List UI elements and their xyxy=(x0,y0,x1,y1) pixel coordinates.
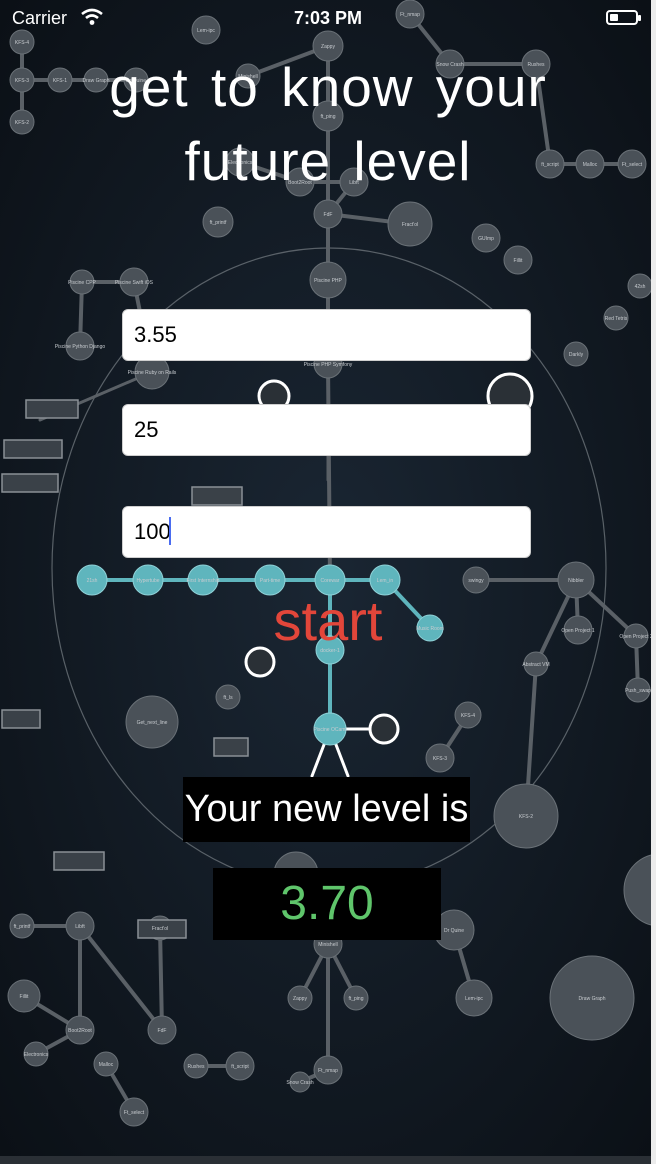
status-bar: Carrier 7:03 PM xyxy=(0,0,656,36)
clock: 7:03 PM xyxy=(293,8,363,28)
skill-tree-node-label: Ft_nmap xyxy=(318,1068,338,1074)
skill-tree-node-label: Darkly xyxy=(569,352,584,358)
skill-tree-node-label: Piscine CPP xyxy=(68,280,96,286)
skill-tree-node-label: ft_ping xyxy=(348,996,363,1002)
skill-tree-node-label: Part-time xyxy=(260,578,281,584)
skill-tree-node-label: Fillit xyxy=(514,258,523,264)
skill-tree-node-label: KFS-4 xyxy=(461,713,475,719)
skill-tree-node-label: 21sh xyxy=(87,578,98,584)
skill-tree-node-label: Piscine Python Django xyxy=(55,344,106,350)
start-button[interactable]: start xyxy=(0,588,656,654)
skill-tree-node-label: Piscine Swift iOS xyxy=(115,280,154,286)
result-value: 3.70 xyxy=(213,868,441,940)
skill-tree-rect-node xyxy=(1,709,41,729)
title-line-2: future level xyxy=(184,130,472,192)
skill-tree-node-label: FdF xyxy=(158,1028,167,1034)
skill-tree-node-label: Piscine PHP xyxy=(314,278,342,284)
skill-tree-node-label: swingy xyxy=(468,578,484,584)
skill-tree-node-label: Rushes xyxy=(188,1064,205,1070)
skill-tree-rect-node xyxy=(53,851,105,871)
skill-tree-node-label: FdF xyxy=(324,212,333,218)
skill-tree-node-label: Abstract VM xyxy=(522,662,549,668)
skill-tree-node-label: KFS-2 xyxy=(519,814,533,820)
skill-tree-node-label: Lem-ipc xyxy=(465,996,483,1002)
skill-tree-node-label: ft_script xyxy=(231,1064,249,1070)
skill-tree-rect-node xyxy=(25,399,79,419)
skill-tree-node-label: Malloc xyxy=(99,1062,114,1068)
skill-tree-rect-node xyxy=(3,439,63,459)
skill-tree-node-label: Red Tetris xyxy=(605,316,628,322)
skill-tree-node-label: ft_ls xyxy=(223,695,233,701)
skill-tree-rect-node xyxy=(191,486,243,506)
current-level-field[interactable] xyxy=(122,309,531,361)
skill-tree-node-label: Fract'ol xyxy=(152,926,168,932)
skill-tree-node-label: 42sh xyxy=(635,284,646,290)
skill-tree-node-label: Corewar xyxy=(321,578,340,584)
text-cursor xyxy=(169,517,171,545)
skill-tree-node-label: Dr Quine xyxy=(444,928,464,934)
right-edge xyxy=(651,0,656,1164)
project-field[interactable] xyxy=(122,404,531,456)
skill-tree-node-label: Libft xyxy=(75,924,85,930)
skill-tree-node-label: Piscine OCaml xyxy=(313,727,346,733)
skill-tree-node-label: ft_printf xyxy=(14,924,31,930)
skill-tree-node-label: Snow Crash xyxy=(286,1080,313,1086)
skill-tree-node-label: Piscine Ruby on Rails xyxy=(128,370,177,376)
skill-tree-node-label: Fillit xyxy=(20,994,29,1000)
skill-tree-node-label: Minishell xyxy=(318,942,337,948)
skill-tree-node-label: Zappy xyxy=(293,996,307,1002)
skill-tree-node-label: Push_swap xyxy=(625,688,651,694)
skill-tree-node-label: First Internship xyxy=(186,578,219,584)
skill-tree-rect-node xyxy=(213,737,249,757)
bottom-edge xyxy=(0,1156,656,1164)
skill-tree-node-label: Boot2Root xyxy=(68,1028,92,1034)
skill-tree-node-label: ft_printf xyxy=(210,220,227,226)
battery-icon xyxy=(606,10,641,25)
skill-tree-node-label: Lem_in xyxy=(377,578,394,584)
skill-tree-node-label: KFS-3 xyxy=(433,756,447,762)
skill-tree-node-label: GUImp xyxy=(478,236,494,242)
result-label: Your new level is xyxy=(183,777,470,842)
skill-tree-node-label: Fract'ol xyxy=(402,222,418,228)
skill-tree-edge xyxy=(158,926,164,1032)
skill-tree-node-label: Nibbler xyxy=(568,578,584,584)
skill-tree-node-label: KFS-4 xyxy=(15,40,29,46)
grade-field[interactable] xyxy=(122,506,531,558)
skill-tree-node-active xyxy=(368,713,400,745)
skill-tree-node-label: Get_next_line xyxy=(137,720,168,726)
skill-tree-node-label: Draw Graph xyxy=(579,996,606,1002)
skill-tree-node-label: Hypertube xyxy=(136,578,159,584)
page-title: get to know your future level xyxy=(0,50,656,198)
skill-tree-rect-node xyxy=(1,473,59,493)
skill-tree-node-label: Piscine PHP Symfony xyxy=(304,362,353,368)
skill-tree-node-label: Electronics xyxy=(24,1052,49,1058)
title-line-1: get to know your xyxy=(109,56,547,118)
skill-tree-node-label: Ft_select xyxy=(124,1110,145,1116)
